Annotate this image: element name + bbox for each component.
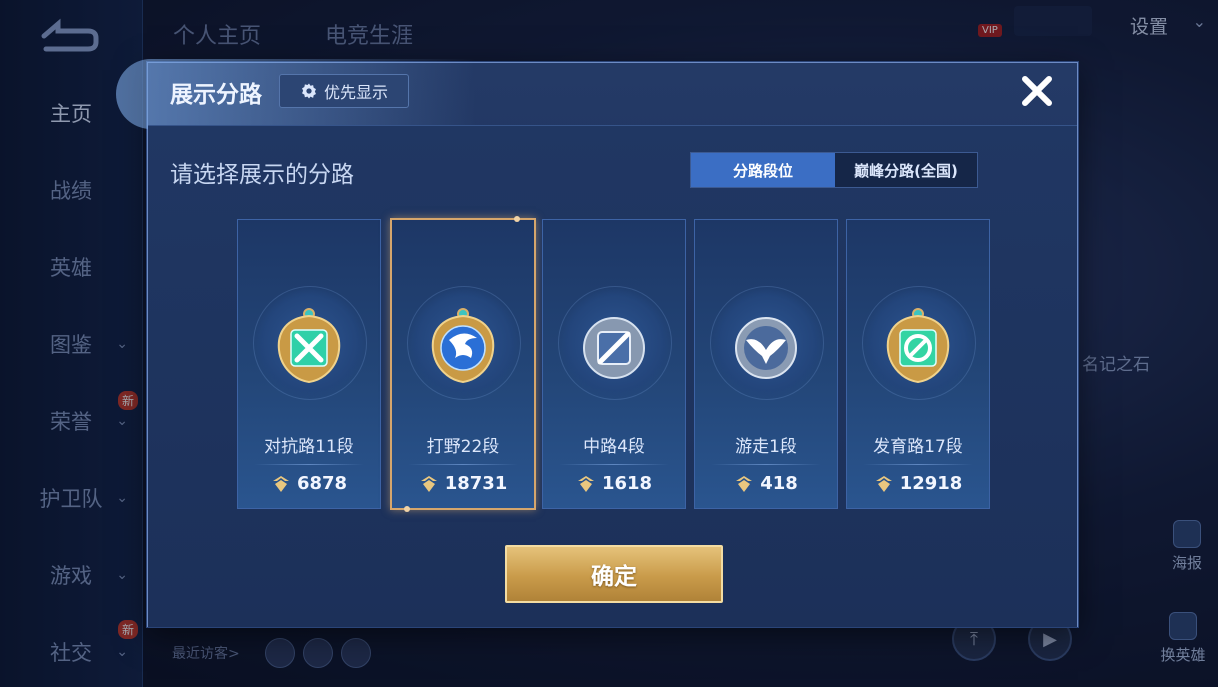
dialog-title: 展示分路 [170,82,262,108]
close-button[interactable] [1017,71,1057,111]
lane-name: 中路4段 [583,437,645,457]
lane-score: 12918 [847,473,989,494]
lane-card-farm[interactable]: 发育路17段 12918 [846,219,990,509]
mid-lane-icon [583,317,645,379]
lane-points-icon [736,475,753,492]
lane-score: 418 [695,473,837,494]
lane-score: 1618 [543,473,685,494]
lane-name: 发育路17段 [873,437,963,457]
lane-card-mid[interactable]: 中路4段 1618 [542,219,686,509]
divider [254,464,364,465]
jungle-dragon-icon [431,308,495,384]
lane-card-jungle[interactable]: 打野22段 18731 [390,216,536,512]
lane-name: 对抗路11段 [264,437,354,457]
clash-lane-icon [277,308,341,384]
confirm-button[interactable]: 确定 [505,545,723,603]
section-subtitle: 请选择展示的分路 [170,162,354,188]
divider [711,464,821,465]
toggle-peak-lane[interactable]: 巅峰分路(全国) [835,153,977,187]
close-icon [1022,76,1052,106]
corner-sparkle [514,216,520,222]
roam-lane-icon [735,317,797,379]
toggle-lane-rank[interactable]: 分路段位 [691,153,835,187]
lane-card-roam[interactable]: 游走1段 418 [694,219,838,509]
lane-mode-toggle: 分路段位 巅峰分路(全国) [690,152,978,188]
lane-points-icon [875,475,892,492]
lane-name: 游走1段 [735,437,797,457]
lane-display-dialog: 展示分路 优先显示 请选择展示的分路 分路段位 巅峰分路(全国) 对抗路11段 … [116,59,1078,627]
lane-points-icon [420,475,437,492]
divider [408,464,518,465]
lane-name: 打野22段 [426,437,500,457]
lane-score: 6878 [238,473,380,494]
lane-card-clash[interactable]: 对抗路11段 6878 [237,219,381,509]
lane-score: 18731 [392,473,534,494]
divider [559,464,669,465]
gear-icon [302,83,316,99]
lane-points-icon [577,475,594,492]
lane-points-icon [272,475,289,492]
divider [863,464,973,465]
corner-sparkle [404,506,410,512]
farm-lane-icon [886,308,950,384]
priority-display-button[interactable]: 优先显示 [279,74,409,108]
